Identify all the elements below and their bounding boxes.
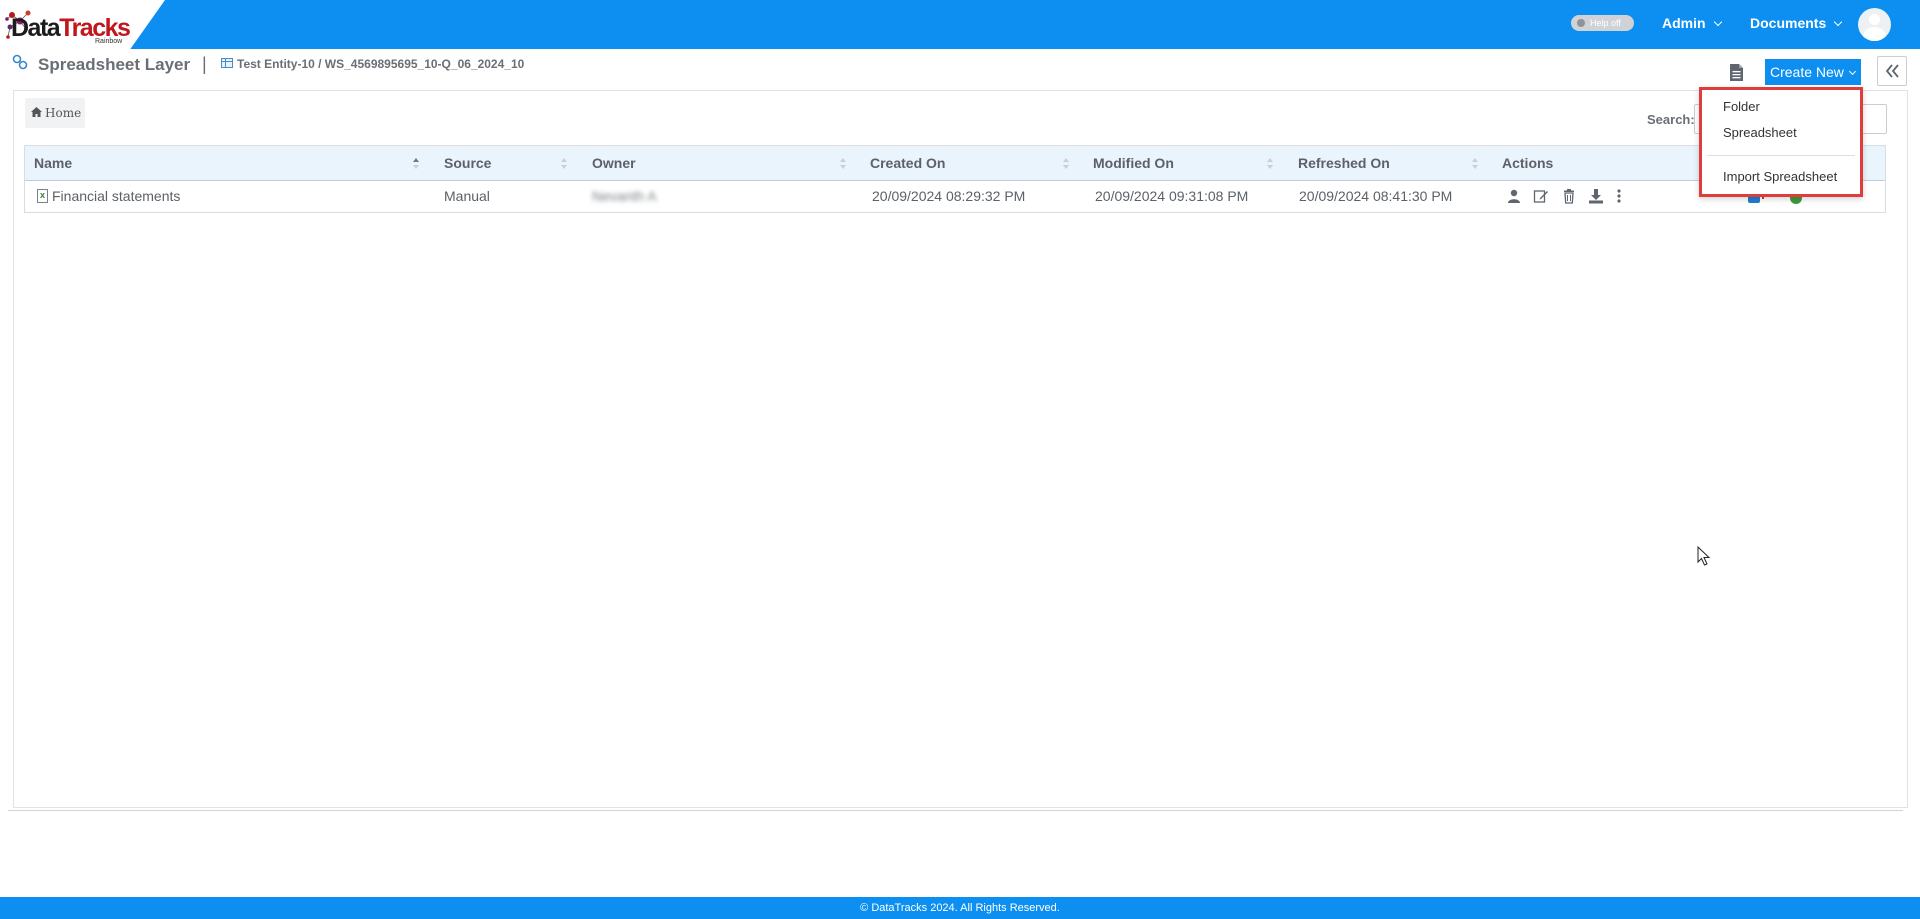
menu-divider (1707, 155, 1855, 156)
sort-icon[interactable] (1063, 157, 1070, 171)
user-icon[interactable] (1506, 188, 1522, 204)
entity-path: Test Entity-10 / WS_4569895695_10-Q_06_2… (237, 57, 525, 71)
copyright-text: © DataTracks 2024. All Rights Reserved. (860, 902, 1060, 914)
column-header-refreshed-on[interactable]: Refreshed On (1298, 146, 1390, 181)
avatar-body (1863, 27, 1886, 41)
user-avatar[interactable] (1858, 8, 1891, 41)
admin-menu-label: Admin (1662, 15, 1706, 31)
home-icon (31, 107, 42, 117)
double-chevron-left-icon (1885, 64, 1899, 78)
column-header-created-on[interactable]: Created On (870, 146, 945, 181)
row-created-on: 20/09/2024 08:29:32 PM (872, 188, 1026, 204)
table-header: Name Source Owner Created On Modified On… (25, 146, 1885, 181)
column-header-modified-on[interactable]: Modified On (1093, 146, 1174, 181)
trash-icon[interactable] (1561, 188, 1577, 204)
layers-link-icon (12, 54, 28, 70)
menu-item-spreadsheet[interactable]: Spreadsheet (1723, 125, 1797, 140)
create-new-button[interactable]: Create New (1765, 59, 1861, 85)
panel-divider (8, 810, 1903, 811)
page-title: Spreadsheet Layer (38, 55, 191, 74)
collapse-panel-button[interactable] (1877, 56, 1907, 86)
row-name-link[interactable]: Financial statements (52, 181, 180, 212)
edit-icon[interactable] (1533, 188, 1549, 204)
menu-item-import-spreadsheet[interactable]: Import Spreadsheet (1723, 169, 1837, 184)
toggle-knob (1577, 19, 1585, 27)
row-modified-on: 20/09/2024 09:31:08 PM (1095, 188, 1249, 204)
row-owner: Nevanth A (592, 188, 657, 204)
sort-icon[interactable] (840, 157, 847, 171)
create-new-dropdown: Folder Spreadsheet Import Spreadsheet (1699, 87, 1863, 197)
logo-subtitle: Rainbow (95, 38, 123, 45)
column-header-actions: Actions (1502, 155, 1554, 171)
chevron-down-icon (1713, 17, 1722, 27)
row-source: Manual (444, 188, 490, 204)
logo-area[interactable]: DataTracks Rainbow (0, 0, 165, 49)
breadcrumb-home[interactable]: Home (25, 98, 85, 128)
table-row: Financial statements Manual Nevanth A 20… (25, 181, 1885, 212)
more-vertical-icon[interactable] (1611, 188, 1627, 204)
admin-menu[interactable]: Admin (1662, 15, 1722, 31)
row-refreshed-on: 20/09/2024 08:41:30 PM (1299, 188, 1453, 204)
search-label: Search: (1647, 112, 1695, 127)
sort-icon[interactable] (1267, 157, 1274, 171)
footer: © DataTracks 2024. All Rights Reserved. (0, 897, 1920, 919)
menu-item-folder[interactable]: Folder (1723, 99, 1760, 114)
breadcrumb-home-label: Home (45, 106, 82, 120)
documents-menu[interactable]: Documents (1750, 15, 1843, 31)
documents-menu-label: Documents (1750, 15, 1827, 31)
help-toggle-label: Help off (1590, 18, 1621, 28)
help-toggle[interactable]: Help off (1571, 15, 1634, 31)
mouse-cursor-icon (1697, 546, 1711, 566)
download-icon[interactable] (1588, 188, 1604, 204)
create-new-label: Create New (1770, 64, 1844, 80)
chevron-down-icon (1848, 67, 1856, 76)
column-header-name[interactable]: Name (34, 146, 72, 181)
spreadsheet-table: Name Source Owner Created On Modified On… (24, 145, 1886, 213)
avatar-head (1869, 14, 1880, 25)
top-navigation-bar: DataTracks Rainbow Help off Admin Docume… (0, 0, 1920, 49)
excel-file-icon (37, 189, 48, 203)
title-separator: | (202, 54, 207, 74)
document-icon[interactable] (1729, 63, 1744, 82)
sort-icon[interactable] (561, 157, 568, 171)
column-header-source[interactable]: Source (444, 146, 491, 181)
column-header-owner[interactable]: Owner (592, 146, 636, 181)
spreadsheet-icon (221, 58, 233, 68)
chevron-down-icon (1833, 17, 1843, 27)
sort-icon[interactable] (1472, 157, 1479, 171)
sort-icon[interactable] (413, 157, 420, 171)
